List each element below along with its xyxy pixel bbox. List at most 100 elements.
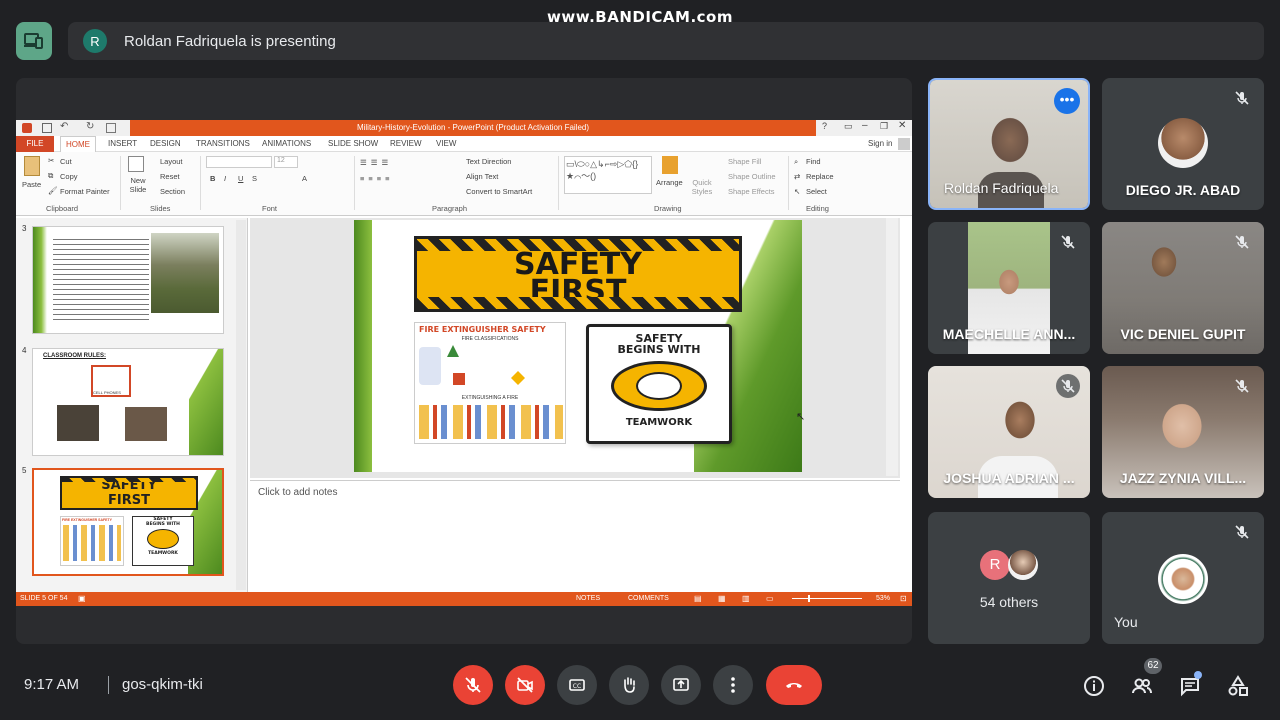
font-color-icon[interactable]: A [302,174,307,183]
shape-effects-button[interactable]: Shape Effects [728,187,775,196]
present-now-button[interactable] [661,665,701,705]
fit-slide-icon[interactable]: ⊡ [900,594,907,603]
tab-home[interactable]: HOME [60,136,96,152]
find-button[interactable]: Find [806,157,821,166]
format-painter-icon[interactable]: 🖌 [48,186,58,195]
copy-icon[interactable]: ⧉ [48,171,53,181]
more-options-icon[interactable]: ••• [1054,88,1080,114]
restore-icon[interactable]: ❐ [880,121,888,132]
replace-button[interactable]: Replace [806,172,834,181]
undo-icon[interactable]: ↶ [60,121,68,132]
new-slide-icon[interactable] [128,156,144,172]
tab-view[interactable]: VIEW [436,136,456,152]
tab-transitions[interactable]: TRANSITIONS [196,136,250,152]
others-avatar [1008,550,1038,580]
participant-tile[interactable]: DIEGO JR. ABAD [1102,78,1264,210]
text-direction-button[interactable]: Text Direction [466,157,511,166]
notes-button[interactable]: NOTES [576,595,600,602]
shape-outline-button[interactable]: Shape Outline [728,172,776,181]
help-icon[interactable]: ? [822,121,827,131]
layout-button[interactable] [16,22,52,60]
notes-pane[interactable]: Click to add notes [250,480,900,592]
bold-icon[interactable]: B [210,174,215,183]
people-count-badge: 62 [1144,658,1162,674]
divider [108,676,109,694]
layout-button[interactable]: Layout [160,157,183,166]
normal-view-icon[interactable]: ▤ [694,594,702,603]
cut-button[interactable]: Cut [60,157,72,166]
participant-tile[interactable]: MAECHELLE ANN... [928,222,1090,354]
participant-tile[interactable]: JAZZ ZYNIA VILL... [1102,366,1264,498]
reset-button[interactable]: Reset [160,172,180,181]
zoom-level[interactable]: 53% [876,595,890,602]
select-button[interactable]: Select [806,187,827,196]
tab-slide-show[interactable]: SLIDE SHOW [328,136,378,152]
tab-design[interactable]: DESIGN [150,136,181,152]
participant-tile[interactable]: ••• Roldan Fadriquela [928,78,1090,210]
paste-button[interactable]: Paste [22,180,41,189]
underline-icon[interactable]: U [238,174,243,183]
thumbnail-scrollbar[interactable] [236,220,246,590]
copy-button[interactable]: Copy [60,172,78,181]
arrange-icon[interactable] [662,156,678,174]
comments-button[interactable]: COMMENTS [628,595,669,602]
arrange-button[interactable]: Arrange [656,178,683,187]
sign-in-link[interactable]: Sign in [868,136,892,152]
ribbon-options-icon[interactable]: ▭ [844,121,853,132]
people-button[interactable] [1130,674,1154,698]
slide-thumbnail-3[interactable] [32,226,224,334]
raise-hand-button[interactable] [609,665,649,705]
slide-scrollbar[interactable] [886,218,898,476]
tab-insert[interactable]: INSERT [108,136,137,152]
zoom-slider-thumb[interactable] [808,595,810,602]
tab-review[interactable]: REVIEW [390,136,422,152]
mic-toggle-button[interactable] [453,665,493,705]
more-options-button[interactable] [713,665,753,705]
muted-mic-icon [1234,234,1250,250]
slide-show-icon[interactable]: ▭ [766,594,774,603]
slide-thumbnail-5-selected[interactable]: SAFETY FIRST FIRE EXTINGUISHER SAFETY SA… [32,468,224,576]
close-icon[interactable]: ✕ [898,120,906,131]
align-text-button[interactable]: Align Text [466,172,498,181]
new-slide-button[interactable]: New Slide [126,176,150,194]
italic-icon[interactable]: I [224,174,226,183]
spell-check-icon[interactable]: ▣ [78,594,86,603]
meeting-details-button[interactable] [1082,674,1106,698]
section-button[interactable]: Section [160,187,185,196]
leave-call-button[interactable] [766,665,822,705]
cut-icon[interactable]: ✂ [48,156,54,165]
font-size-select[interactable]: 12 [274,156,298,168]
quick-styles-button[interactable]: Quick Styles [690,178,714,196]
camera-toggle-button[interactable] [505,665,545,705]
current-slide[interactable]: SAFETY FIRST FIRE EXTINGUISHER SAFETY FI… [354,220,802,472]
select-icon[interactable]: ↖ [794,187,800,196]
slide-sorter-icon[interactable]: ▦ [718,594,726,603]
minimize-icon[interactable]: – [862,120,868,131]
save-icon[interactable] [42,123,52,133]
font-name-select[interactable] [206,156,272,168]
bullets-icon[interactable]: ☰☰☰ [360,158,392,167]
align-icon[interactable]: ≡≡≡≡ [360,174,394,183]
redo-icon[interactable]: ↻ [86,121,94,132]
start-from-beginning-icon[interactable] [106,123,116,133]
find-icon[interactable]: ⌕ [794,157,798,167]
shadow-icon[interactable]: S [252,174,257,183]
slide-thumbnail-4[interactable]: CLASSROOM RULES: CELL PHONES [32,348,224,456]
tab-animations[interactable]: ANIMATIONS [262,136,311,152]
paste-icon[interactable] [24,156,40,176]
zoom-slider[interactable] [792,598,862,599]
format-painter-button[interactable]: Format Painter [60,187,110,196]
participant-tile[interactable]: JOSHUA ADRIAN ... [928,366,1090,498]
reading-view-icon[interactable]: ▥ [742,594,750,603]
people-icon [1132,678,1152,694]
shape-fill-button[interactable]: Shape Fill [728,157,761,166]
participant-tile[interactable]: VIC DENIEL GUPIT [1102,222,1264,354]
captions-button[interactable]: CC [557,665,597,705]
activities-button[interactable] [1226,674,1250,698]
shapes-gallery[interactable]: ▭\⬭○△↳⌐⇨▷⬠{}★⌒～() [564,156,652,194]
convert-smartart-button[interactable]: Convert to SmartArt [466,187,532,196]
self-tile[interactable]: You [1102,512,1264,644]
tab-file[interactable]: FILE [16,136,54,152]
others-tile[interactable]: R 54 others [928,512,1090,644]
replace-icon[interactable]: ⇄ [794,172,800,181]
